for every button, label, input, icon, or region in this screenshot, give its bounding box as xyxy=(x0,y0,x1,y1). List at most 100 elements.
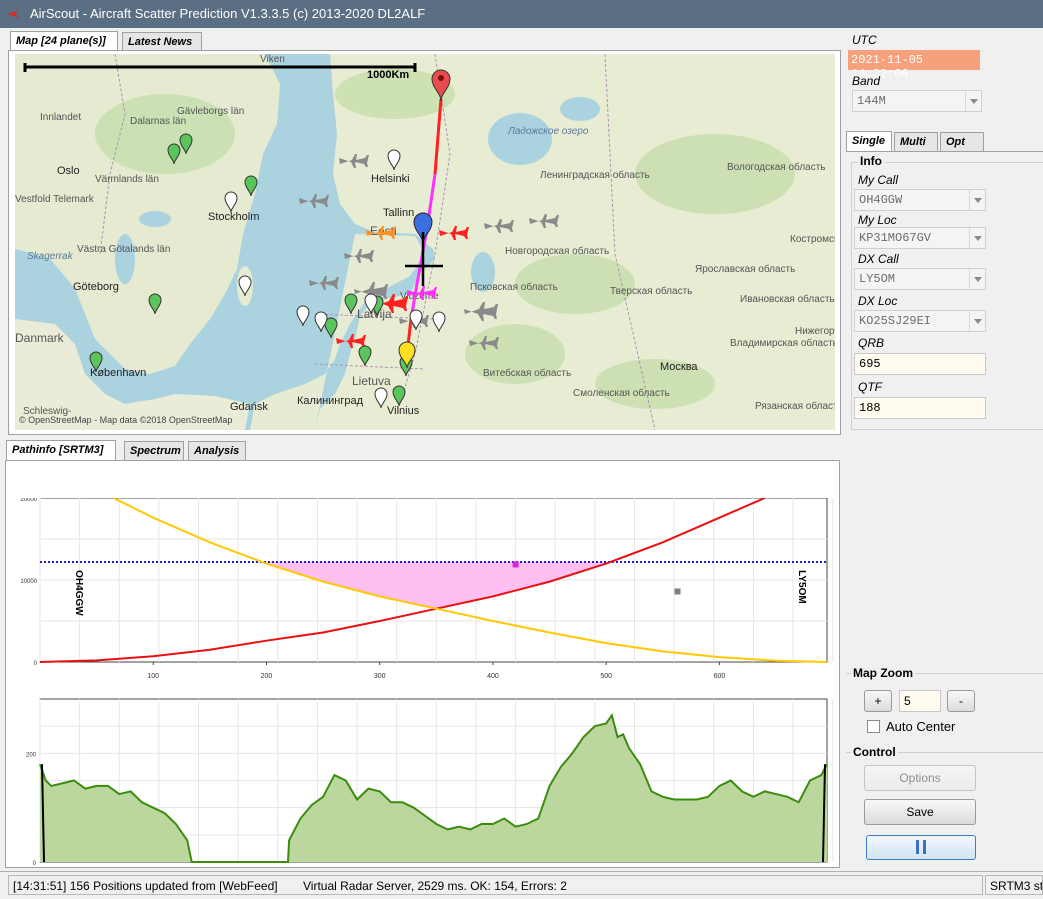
bottom-tab-strip: Pathinfo [SRTM3] Spectrum Analysis xyxy=(6,440,846,461)
options-button[interactable]: Options xyxy=(864,765,976,791)
status-bar: [14:31:51] 156 Positions updated from [W… xyxy=(0,871,1043,899)
map-place: Vilnius xyxy=(387,405,420,417)
band-select[interactable]: 144M xyxy=(852,90,982,112)
status-cell-main: [14:31:51] 156 Positions updated from [W… xyxy=(8,875,983,895)
qtf-label: QTF xyxy=(858,380,882,394)
left-station-label: OH4GGW xyxy=(73,570,84,616)
dx-call-label: DX Call xyxy=(858,252,899,266)
chevron-down-icon xyxy=(969,311,985,331)
map-place: Oslo xyxy=(57,165,80,177)
dx-call-field[interactable]: LY5OM xyxy=(854,268,986,290)
title-bar: AirScout - Aircraft Scatter Prediction V… xyxy=(0,0,1043,28)
status-server: Virtual Radar Server, 2529 ms. OK: 154, … xyxy=(303,879,567,893)
map-place: Рязанская область xyxy=(755,400,835,412)
map-place: Костромская область xyxy=(790,233,835,245)
my-call-label: My Call xyxy=(858,173,899,187)
map-place: Ивановская область xyxy=(740,293,835,305)
y-tick-label: 10000 xyxy=(20,579,37,585)
map-tab-strip: Map [24 plane(s)] Latest News xyxy=(10,31,840,52)
map-place: Göteborg xyxy=(73,281,119,293)
qrb-label: QRB xyxy=(858,336,885,350)
tab-spectrum[interactable]: Spectrum xyxy=(124,441,184,460)
map-place: Ярославская область xyxy=(695,263,795,275)
map-place: Москва xyxy=(660,361,698,373)
control-title: Control xyxy=(851,745,898,759)
map-place: Gdańsk xyxy=(230,401,268,413)
save-button[interactable]: Save xyxy=(864,799,976,825)
my-loc-label: My Loc xyxy=(858,213,897,227)
map-place: Ладожское озеро xyxy=(507,126,589,137)
terrain-profile-chart: 01002003004005006000200 xyxy=(26,698,834,880)
pause-button[interactable] xyxy=(866,835,976,860)
chevron-down-icon xyxy=(969,190,985,210)
chevron-down-icon xyxy=(969,269,985,289)
y-tick-label: 20000 xyxy=(20,498,37,503)
tab-pathinfo[interactable]: Pathinfo [SRTM3] xyxy=(6,440,116,461)
map-place: Владимирская область xyxy=(730,337,835,349)
map-attribution: © OpenStreetMap - Map data ©2018 OpenStr… xyxy=(19,415,232,425)
window-title: AirScout - Aircraft Scatter Prediction V… xyxy=(30,6,426,21)
dx-loc-field[interactable]: KO25SJ29EI xyxy=(854,310,986,332)
map-zoom-title: Map Zoom xyxy=(851,666,915,680)
main-window: Map [24 plane(s)] Latest News 1000Km Vik… xyxy=(0,28,1043,899)
y-tick-label: 0 xyxy=(33,861,37,867)
tab-multi[interactable]: Multi xyxy=(894,132,938,151)
tab-opt[interactable]: Opt xyxy=(940,132,984,151)
map-canvas[interactable]: 1000Km Viken Innlandet Dalarnas län Gävl… xyxy=(15,54,835,430)
map-place: Lietuva xyxy=(352,374,391,388)
zoom-out-button[interactable]: - xyxy=(947,690,975,712)
tab-analysis[interactable]: Analysis xyxy=(188,441,246,460)
zoom-level-field[interactable]: 5 xyxy=(899,690,941,712)
map-place: Нижегородская область xyxy=(795,325,835,337)
map-place: Смоленская область xyxy=(573,387,670,399)
auto-center-label: Auto Center xyxy=(886,719,956,734)
y-tick-label: 200 xyxy=(26,752,37,758)
map-place: Тверская область xyxy=(610,285,692,297)
mode-tab-strip: Single Multi Opt xyxy=(846,131,1042,152)
my-call-field[interactable]: OH4GGW xyxy=(854,189,986,211)
tab-latest-news[interactable]: Latest News xyxy=(122,32,202,51)
my-call-value: OH4GGW xyxy=(859,193,903,207)
map-place: Новгородская область xyxy=(505,245,609,257)
tab-map[interactable]: Map [24 plane(s)] xyxy=(10,31,118,52)
map-place: Vestfold Telemark xyxy=(15,194,95,205)
right-station-label: LY5OM xyxy=(796,570,807,604)
auto-center-checkbox[interactable] xyxy=(867,720,880,733)
map-place: Värmlands län xyxy=(95,174,159,185)
pause-icon xyxy=(916,840,926,854)
chevron-down-icon xyxy=(969,228,985,248)
tab-single[interactable]: Single xyxy=(846,131,892,152)
dx-loc-value: KO25SJ29EI xyxy=(859,314,932,328)
map-place: Витебская область xyxy=(483,367,571,379)
map-place: Danmark xyxy=(15,331,65,345)
qtf-field: 188 xyxy=(854,397,986,419)
path-elevation-chart: 100 200 300 400 500 60001000020000OH4GGW LY5OM xyxy=(20,498,834,680)
map-place: Innlandet xyxy=(40,112,81,123)
utc-label: UTC xyxy=(852,33,877,47)
zoom-in-button[interactable]: + xyxy=(864,690,892,712)
map-place: Skagerrak xyxy=(27,251,74,262)
band-label: Band xyxy=(852,74,881,88)
app-icon xyxy=(7,10,19,18)
data-point xyxy=(674,588,681,595)
map-place: Västra Götalands län xyxy=(77,244,170,255)
info-group-title: Info xyxy=(858,154,884,168)
data-point xyxy=(512,561,519,568)
qrb-field: 695 xyxy=(854,353,986,375)
scale-label: 1000Km xyxy=(367,69,409,81)
map-place: Псковская область xyxy=(470,281,558,293)
utc-display: 2021-11-05 14:32:06 xyxy=(848,50,980,81)
map-place: Tallinn xyxy=(383,207,414,219)
band-value: 144M xyxy=(857,94,886,108)
status-srtm: SRTM3 sta xyxy=(985,875,1043,895)
my-loc-value: KP31MO67GV xyxy=(859,231,932,245)
map-view[interactable]: 1000Km Viken Innlandet Dalarnas län Gävl… xyxy=(15,54,835,430)
map-place: Калининград xyxy=(297,395,364,407)
map-place: Dalarnas län xyxy=(130,116,186,127)
status-positions: [14:31:51] 156 Positions updated from [W… xyxy=(13,879,278,893)
my-loc-field[interactable]: KP31MO67GV xyxy=(854,227,986,249)
dx-loc-label: DX Loc xyxy=(858,294,898,308)
map-place: Helsinki xyxy=(371,173,410,185)
map-place: København xyxy=(90,367,146,379)
map-place: Вологодская область xyxy=(727,161,826,173)
